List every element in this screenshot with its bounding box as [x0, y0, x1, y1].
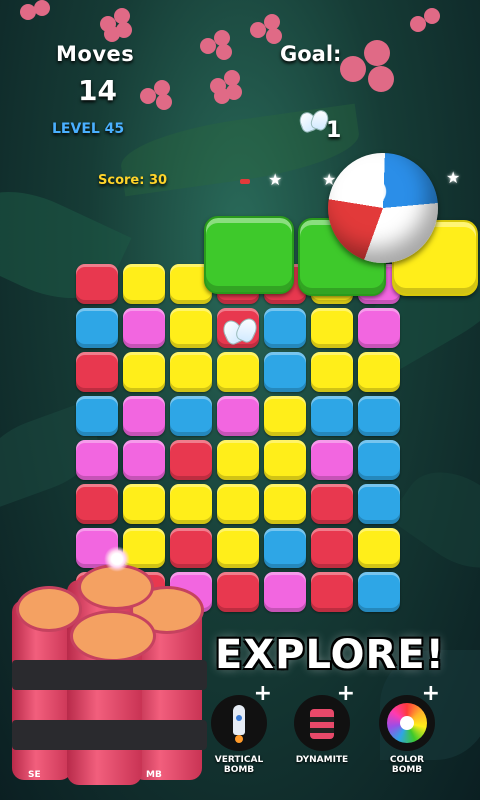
tile-blue[interactable] [358, 440, 400, 480]
rocket-icon [211, 695, 267, 751]
green-block[interactable] [204, 216, 294, 294]
tile-yellow[interactable] [264, 396, 306, 436]
tile-yellow[interactable] [170, 308, 212, 348]
tile-red[interactable] [170, 440, 212, 480]
score-text: Score: 30 [98, 173, 168, 188]
star-icon: ★ [446, 168, 461, 187]
tile-blue[interactable] [311, 396, 353, 436]
moves-label: Moves [56, 42, 135, 66]
tile-blue[interactable] [264, 352, 306, 392]
score-progress-bar [240, 179, 250, 184]
booster-label: DYNAMITE [295, 755, 349, 765]
tile-blue[interactable] [76, 308, 118, 348]
tile-yellow[interactable] [217, 528, 259, 568]
tile-pink[interactable] [123, 308, 165, 348]
tile-pink[interactable] [76, 440, 118, 480]
booster-dynamite[interactable]: + DYNAMITE [289, 681, 355, 765]
tile-red[interactable] [311, 528, 353, 568]
tile-blue[interactable] [358, 484, 400, 524]
booster-vertical-bomb[interactable]: + VERTICAL BOMB [206, 681, 272, 775]
tile-yellow[interactable] [123, 352, 165, 392]
tile-yellow[interactable] [217, 352, 259, 392]
tile-blue[interactable] [264, 308, 306, 348]
tile-blue[interactable] [264, 528, 306, 568]
level-label: LEVEL 45 [52, 121, 125, 137]
booster-label: COLOR BOMB [389, 755, 425, 775]
dynamite-small-icon [294, 695, 350, 751]
tile-blue[interactable] [170, 396, 212, 436]
tile-pink[interactable] [217, 396, 259, 436]
moves-value: 14 [78, 74, 117, 107]
star-icon: ★ [268, 170, 283, 189]
tile-pink[interactable] [264, 572, 306, 612]
beach-ball-icon[interactable] [328, 153, 438, 263]
tile-yellow[interactable] [217, 440, 259, 480]
tile-yellow[interactable] [358, 352, 400, 392]
tile-pink[interactable] [311, 440, 353, 480]
tile-red[interactable] [311, 484, 353, 524]
tile-red[interactable] [76, 352, 118, 392]
tile-yellow[interactable] [264, 484, 306, 524]
tile-yellow[interactable] [311, 352, 353, 392]
tile-blue[interactable] [358, 572, 400, 612]
goal-count: 1 [326, 118, 342, 143]
tile-pink[interactable] [358, 308, 400, 348]
booster-color-bomb[interactable]: + COLOR BOMB [374, 681, 440, 775]
booster-label: VERTICAL BOMB [214, 755, 264, 775]
tile-yellow[interactable] [264, 440, 306, 480]
tile-yellow[interactable] [170, 352, 212, 392]
tile-yellow[interactable] [170, 484, 212, 524]
goal-label: Goal: [280, 42, 342, 66]
explore-headline: EXPLORE! [215, 632, 445, 678]
tile-yellow[interactable] [123, 484, 165, 524]
tile-pink[interactable] [123, 396, 165, 436]
tile-blue[interactable] [358, 396, 400, 436]
tile-red[interactable] [76, 264, 118, 304]
butterfly-on-board-icon [219, 314, 261, 348]
tile-red[interactable] [217, 572, 259, 612]
tile-red[interactable] [76, 484, 118, 524]
tile-pink[interactable] [123, 440, 165, 480]
color-wheel-icon [379, 695, 435, 751]
booster-label-partial: MB [146, 770, 162, 780]
tile-yellow[interactable] [123, 264, 165, 304]
tile-red[interactable] [311, 572, 353, 612]
tile-yellow[interactable] [311, 308, 353, 348]
dynamite-icon [12, 546, 207, 790]
booster-label-partial: SE [28, 770, 41, 780]
tile-yellow[interactable] [358, 528, 400, 568]
tile-yellow[interactable] [217, 484, 259, 524]
tile-blue[interactable] [76, 396, 118, 436]
